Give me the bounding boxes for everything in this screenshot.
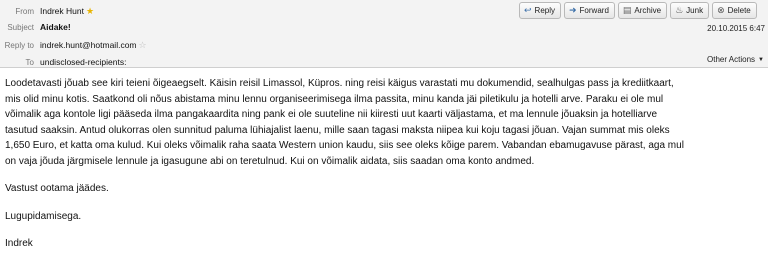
- to-value[interactable]: undisclosed-recipients:: [40, 57, 126, 67]
- junk-button[interactable]: ♨ Junk: [670, 2, 710, 19]
- reply-label: Reply: [534, 6, 555, 15]
- message-line: mis olid minu kotis. Saatkond oli nõus a…: [5, 93, 664, 105]
- junk-label: Junk: [686, 6, 704, 15]
- message-toolbar: ↩ Reply ➜ Forward ▤ Archive ♨ Junk ⊗ Del…: [519, 2, 757, 19]
- from-row: From Indrek Hunt ★: [0, 3, 400, 19]
- message-line: on vaja jõuda järgmisele lennule ja igas…: [5, 155, 535, 167]
- closing-line: Vastust ootama jäädes.: [5, 183, 109, 194]
- archive-label: Archive: [634, 6, 662, 15]
- from-value-wrap: Indrek Hunt ★: [40, 6, 94, 16]
- forward-label: Forward: [579, 6, 609, 15]
- other-actions-label: Other Actions: [707, 55, 756, 64]
- subject-row: Subject Aidake!: [0, 19, 400, 35]
- reply-button[interactable]: ↩ Reply: [519, 2, 561, 19]
- forward-button[interactable]: ➜ Forward: [564, 2, 615, 19]
- from-label: From: [15, 6, 34, 16]
- from-value[interactable]: Indrek Hunt: [40, 6, 84, 16]
- other-actions-menu[interactable]: Other Actions ▼: [707, 55, 764, 64]
- message-line: Loodetavasti jõuab see kiri teieni õigea…: [5, 78, 674, 89]
- to-label: To: [25, 57, 34, 67]
- archive-button[interactable]: ▤ Archive: [617, 2, 668, 19]
- subject-value: Aidake!: [40, 22, 71, 32]
- regards-line: Lugupidamisega.: [5, 210, 82, 222]
- delete-button[interactable]: ⊗ Delete: [712, 2, 757, 19]
- message-line: võimalik aga kontole ligi pääseda ilma p…: [5, 109, 658, 120]
- junk-flame-icon: ♨: [675, 5, 684, 15]
- reply-to-value[interactable]: indrek.hunt@hotmail.com: [40, 40, 137, 50]
- message-date: 20.10.2015 6:47: [707, 24, 765, 33]
- trash-icon: ⊗: [717, 5, 725, 15]
- reply-to-label: Reply to: [4, 40, 34, 50]
- message-paragraph: Loodetavasti jõuab see kiri teieni õigea…: [5, 76, 765, 169]
- archive-box-icon: ▤: [622, 5, 632, 15]
- star-icon[interactable]: ★: [86, 6, 94, 16]
- star-outline-icon[interactable]: ☆: [139, 40, 147, 50]
- reply-to-row: Reply to indrek.hunt@hotmail.com ☆: [0, 37, 400, 53]
- reply-to-value-wrap: indrek.hunt@hotmail.com ☆: [40, 40, 147, 50]
- subject-label: Subject: [7, 22, 34, 32]
- to-row: To undisclosed-recipients:: [0, 54, 400, 70]
- forward-arrow-icon: ➜: [569, 5, 577, 15]
- signature: Indrek: [5, 238, 33, 249]
- message-line: tasutud saaksin. Antud olukorras olen su…: [5, 124, 670, 136]
- message-header: From Indrek Hunt ★ Subject Aidake! Reply…: [0, 0, 768, 68]
- delete-label: Delete: [727, 6, 751, 15]
- reply-arrow-icon: ↩: [524, 5, 532, 15]
- message-line: 1,650 Euro, et katta oma kulud. Kui olek…: [5, 140, 684, 151]
- chevron-down-icon: ▼: [758, 56, 764, 63]
- message-body: Loodetavasti jõuab see kiri teieni õigea…: [5, 76, 765, 252]
